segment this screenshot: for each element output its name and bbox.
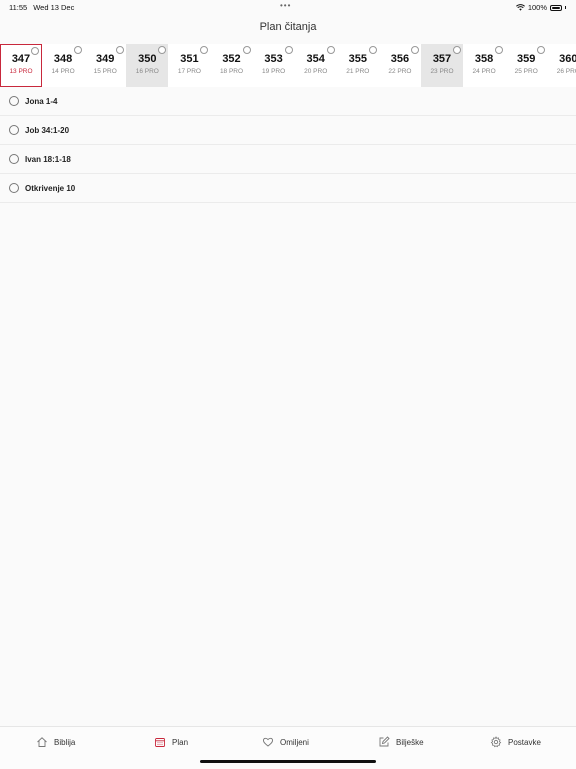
reading-row[interactable]: Otkrivenje 10 (0, 174, 576, 203)
day-date: 24 PRO (472, 68, 496, 75)
day-cell[interactable]: 359 25 PRO (505, 44, 548, 87)
day-date: 23 PRO (430, 68, 454, 75)
day-cell[interactable]: 348 14 PRO (42, 44, 85, 87)
tab-biljeske[interactable]: Bilješke (378, 736, 424, 748)
day-number: 355 (348, 53, 367, 65)
day-number: 353 (264, 53, 283, 65)
tab-label: Plan (172, 737, 189, 747)
home-indicator[interactable] (200, 760, 376, 763)
day-date: 26 PRO (556, 68, 576, 75)
day-number: 351 (180, 53, 199, 65)
day-cell[interactable]: 353 19 PRO (252, 44, 295, 87)
day-number: 358 (474, 53, 494, 65)
day-date: 17 PRO (177, 68, 201, 75)
day-number: 356 (390, 53, 410, 65)
day-date: 14 PRO (51, 68, 75, 75)
day-number: 348 (53, 53, 73, 65)
calendar-icon (155, 738, 165, 747)
battery-icon (550, 4, 562, 11)
wifi-icon (515, 4, 525, 11)
day-cell[interactable]: 358 24 PRO (463, 44, 506, 87)
reading-row[interactable]: Job 34:1-20 (0, 116, 576, 145)
day-date: 18 PRO (219, 68, 244, 75)
reading-checkbox-icon[interactable] (9, 125, 19, 135)
day-checkbox-icon[interactable] (31, 47, 39, 55)
tab-label: Bilješke (396, 737, 424, 747)
tab-postavke[interactable]: Postavke (490, 736, 541, 748)
day-checkbox-icon[interactable] (368, 46, 377, 54)
day-number: 349 (96, 53, 115, 65)
status-bar: 11:55 Wed 13 Dec ••• 100% (0, 0, 576, 14)
day-cell[interactable]: 360 26 PRO (547, 44, 576, 87)
tab-plan[interactable]: Plan (154, 736, 188, 748)
reading-label: Ivan 18:1-18 (25, 154, 71, 164)
gear-icon (490, 736, 502, 748)
day-date: 21 PRO (346, 68, 370, 75)
status-time: 11:55 (9, 3, 28, 12)
edit-icon (379, 736, 390, 747)
day-cell[interactable]: 357 23 PRO (421, 44, 463, 87)
reading-row[interactable]: Ivan 18:1-18 (0, 145, 576, 174)
day-checkbox-icon[interactable] (326, 46, 335, 54)
day-cell[interactable]: 347 13 PRO (0, 44, 42, 87)
day-checkbox-icon[interactable] (410, 46, 419, 54)
reading-label: Job 34:1-20 (25, 125, 70, 135)
reading-label: Jona 1-4 (25, 96, 58, 106)
day-cell[interactable]: 354 20 PRO (294, 44, 337, 87)
tab-omiljeni[interactable]: Omiljeni (262, 736, 309, 748)
home-icon (37, 737, 47, 747)
day-date: 22 PRO (388, 68, 412, 75)
reading-checkbox-icon[interactable] (9, 96, 19, 106)
day-date: 13 PRO (9, 68, 33, 75)
day-cell[interactable]: 356 22 PRO (378, 44, 421, 87)
day-checkbox-icon[interactable] (453, 46, 461, 54)
day-cell[interactable]: 350 16 PRO (126, 44, 169, 87)
battery-percent: 100% (527, 3, 547, 12)
day-date: 15 PRO (93, 68, 117, 75)
day-strip[interactable]: 347 13 PRO 348 14 PRO 349 15 PRO 350 16 PRO 351 1… (0, 44, 576, 88)
day-cell[interactable]: 352 18 PRO (210, 44, 253, 87)
day-number: 352 (222, 53, 241, 65)
tab-label: Omiljeni (280, 737, 309, 747)
day-number: 359 (517, 53, 536, 65)
status-date: Wed 13 Dec (33, 3, 75, 12)
day-number: 360 (559, 53, 576, 65)
heart-icon (262, 737, 274, 747)
multitasking-dots-icon[interactable]: ••• (280, 1, 291, 10)
day-date: 25 PRO (514, 68, 538, 75)
reading-checkbox-icon[interactable] (9, 183, 19, 193)
tab-label: Postavke (508, 737, 541, 747)
reading-checkbox-icon[interactable] (9, 154, 19, 164)
reading-row[interactable]: Jona 1-4 (0, 87, 576, 116)
day-cell[interactable]: 349 15 PRO (84, 44, 127, 87)
day-cell[interactable]: 355 21 PRO (336, 44, 379, 87)
page-title: Plan čitanja (259, 21, 317, 33)
day-number: 350 (138, 53, 157, 65)
day-date: 20 PRO (304, 68, 328, 75)
day-date: 16 PRO (135, 68, 159, 75)
day-number: 357 (432, 53, 452, 65)
tab-biblija[interactable]: Biblija (36, 736, 75, 748)
reading-label: Otkrivenje 10 (25, 183, 76, 193)
day-date: 19 PRO (262, 68, 286, 75)
day-number: 354 (306, 53, 325, 65)
day-checkbox-icon[interactable] (284, 46, 293, 54)
readings-list: Jona 1-4 Job 34:1-20 Ivan 18:1-18 Otkrivenj… (0, 87, 576, 203)
tab-label: Biblija (54, 737, 76, 747)
day-cell[interactable]: 351 17 PRO (168, 44, 211, 87)
day-checkbox-icon[interactable] (242, 46, 251, 54)
